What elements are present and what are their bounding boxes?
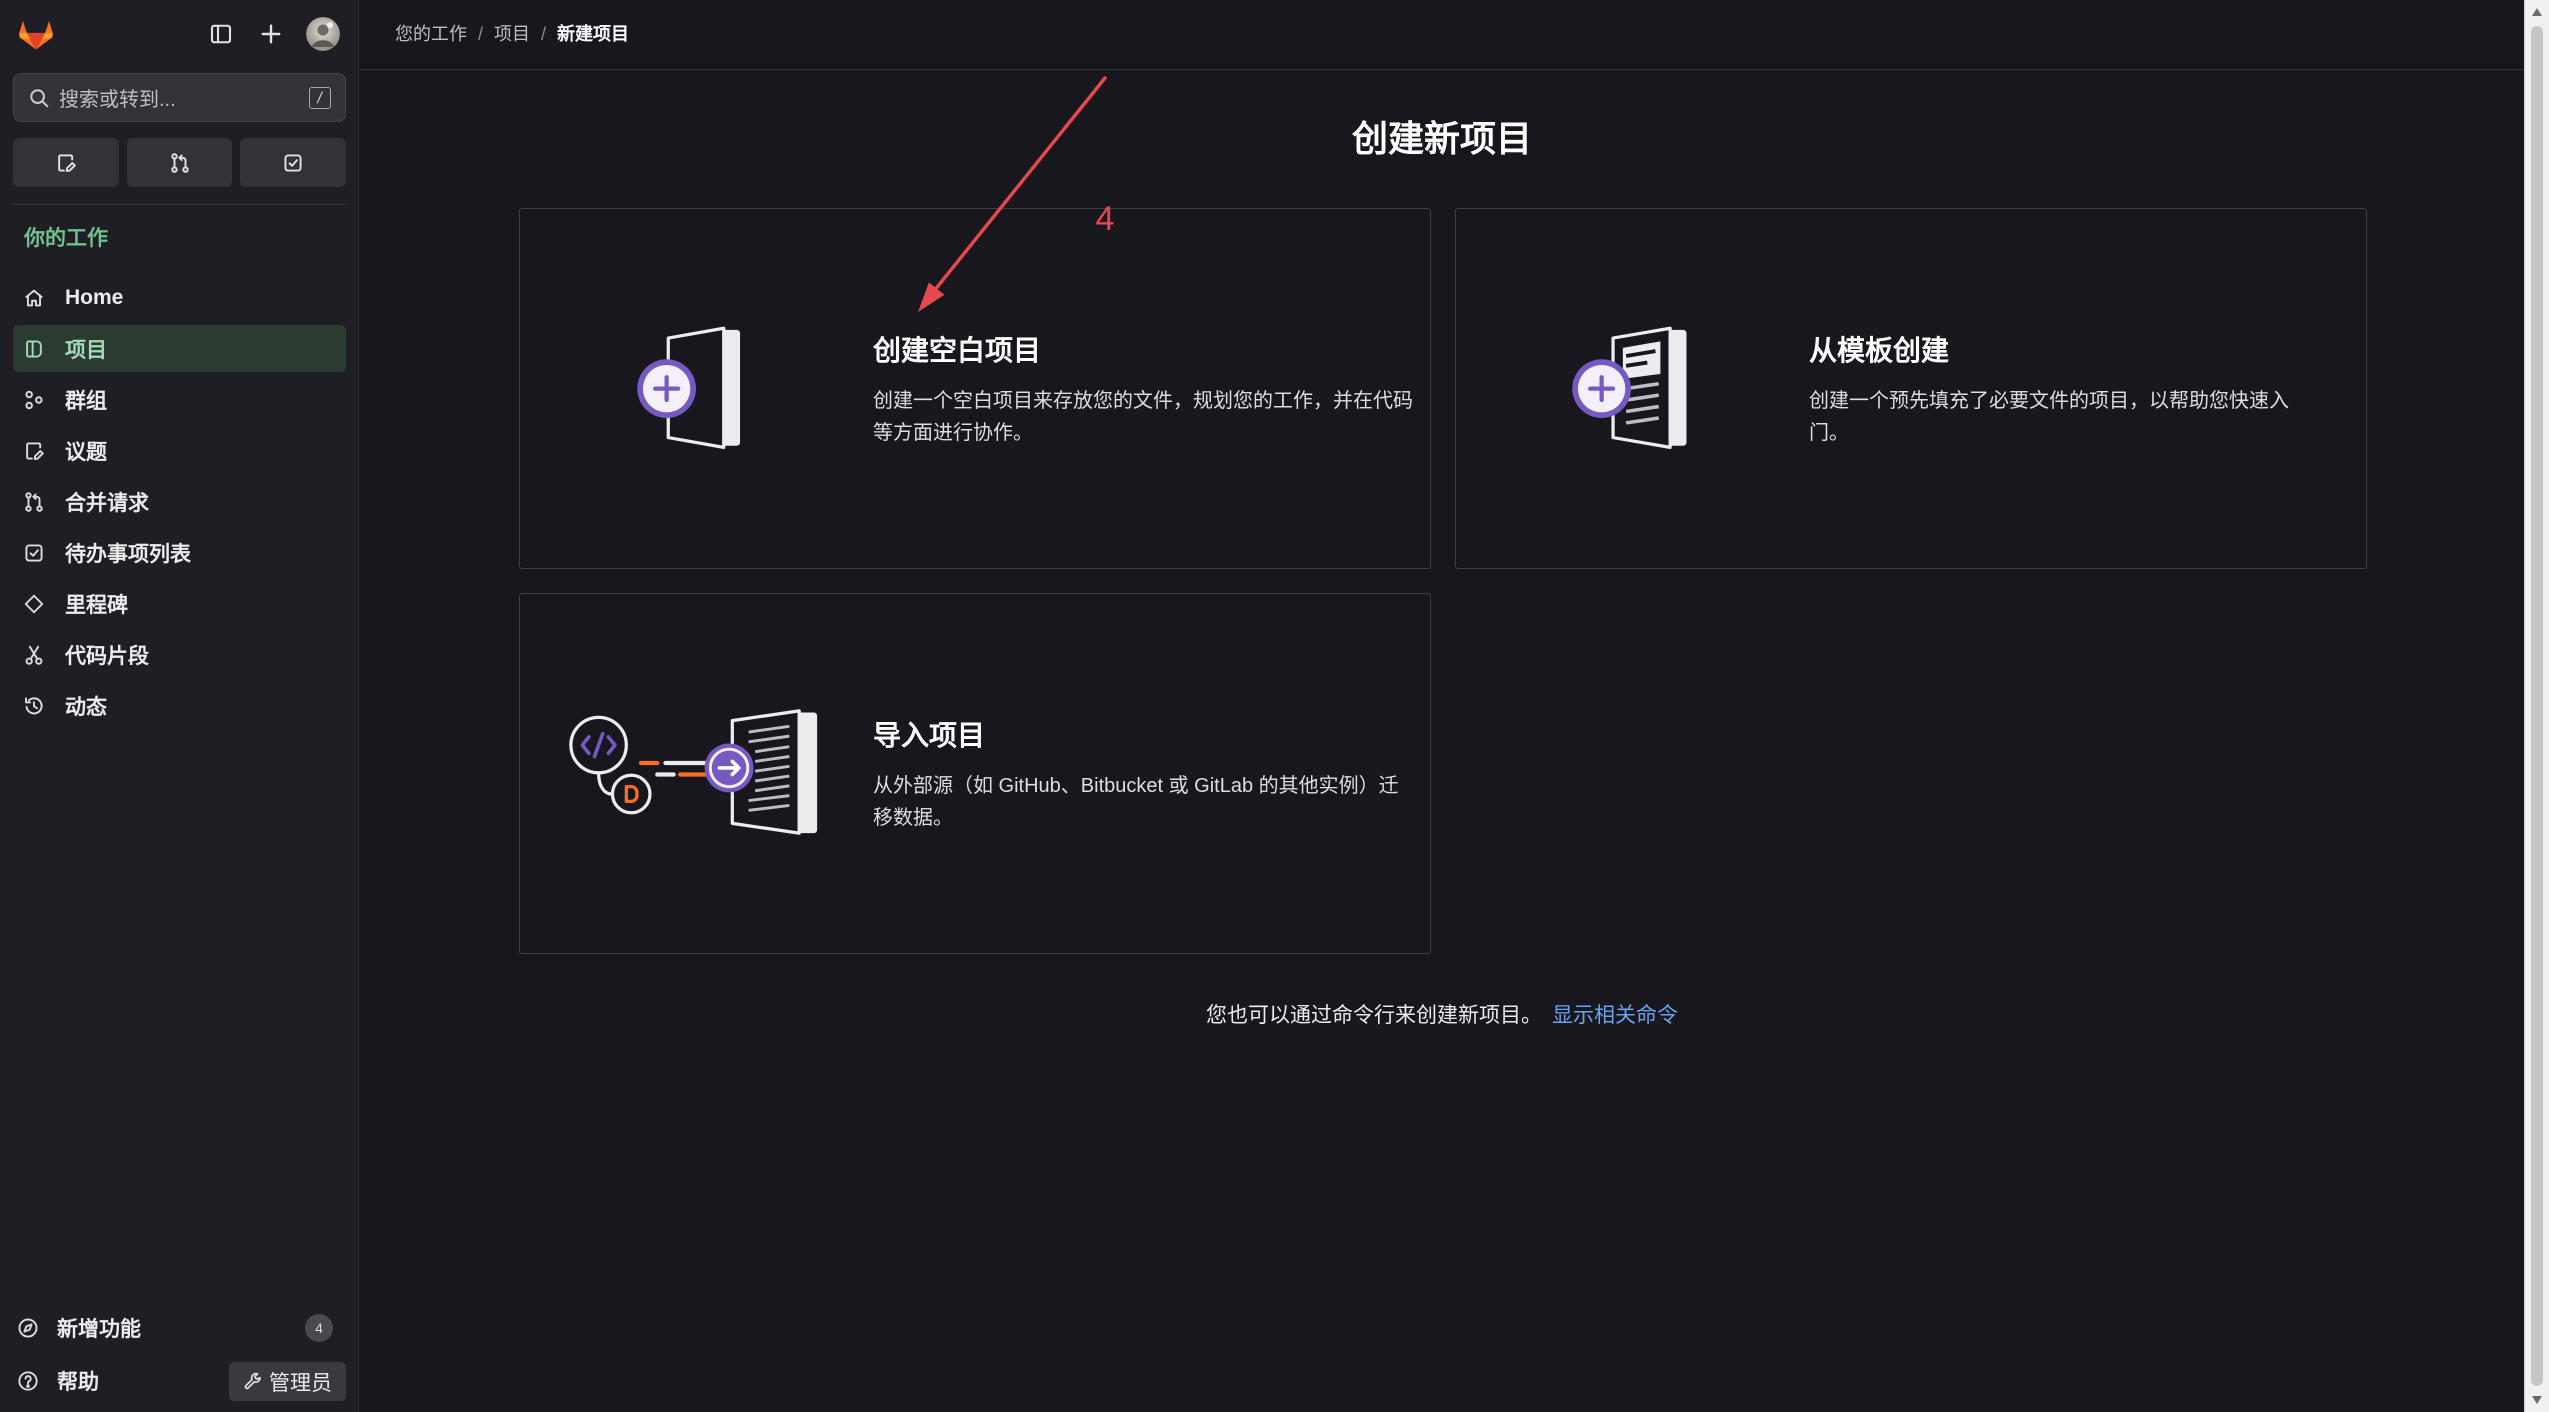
sidebar: 搜索或转到... / 你的工作 Home 项目 群组 议题 合并请求 待办事项列…: [0, 0, 359, 1412]
sidebar-item-label: 项目: [65, 338, 107, 362]
avatar[interactable]: [306, 17, 340, 51]
issues-icon: [55, 152, 77, 174]
sidebar-toggle-icon[interactable]: [206, 19, 236, 49]
group-icon: [23, 389, 45, 411]
page-title: 创建新项目: [1351, 118, 1532, 159]
blank-project-illustration: [634, 325, 758, 449]
cli-hint-text: 您也可以通过命令行来创建新项目。: [1206, 1004, 1542, 1027]
sidebar-item-label: 群组: [65, 389, 107, 413]
card-title: 导入项目: [873, 720, 986, 751]
compass-icon: [17, 1317, 39, 1339]
sidebar-item-label: 待办事项列表: [65, 542, 191, 566]
show-commands-link[interactable]: 显示相关命令: [1552, 1004, 1678, 1027]
sidebar-item-milestones[interactable]: 里程碑: [13, 580, 346, 627]
issues-icon: [23, 440, 45, 462]
sidebar-item-home[interactable]: Home: [13, 274, 346, 321]
whats-new-button[interactable]: 新增功能: [17, 1306, 141, 1350]
sidebar-item-issues[interactable]: 议题: [13, 427, 346, 474]
whats-new-label: 新增功能: [57, 1318, 141, 1341]
sidebar-divider: [13, 204, 346, 205]
card-description: 从外部源（如 GitHub、Bitbucket 或 GitLab 的其他实例）迁…: [873, 775, 1399, 829]
merge-requests-button[interactable]: [126, 138, 233, 187]
breadcrumb-separator: /: [541, 24, 547, 44]
help-button[interactable]: 帮助: [17, 1359, 99, 1403]
search-input[interactable]: 搜索或转到... /: [13, 73, 346, 122]
card-description: 创建一个空白项目来存放您的文件，规划您的工作，并在代码等方面进行协作。: [873, 390, 1413, 444]
search-shortcut-key: /: [309, 86, 331, 109]
top-bar: 您的工作 / 项目 / 新建项目: [360, 0, 2524, 70]
sidebar-item-label: 里程碑: [65, 593, 128, 617]
todo-icon: [23, 542, 45, 564]
breadcrumb: 您的工作 / 项目 / 新建项目: [395, 22, 629, 46]
sidebar-item-label: 动态: [65, 695, 107, 719]
home-icon: [23, 287, 45, 309]
help-icon: [17, 1370, 39, 1392]
sidebar-nav: Home 项目 群组 议题 合并请求 待办事项列表 里程碑 代码片段 动态: [13, 274, 346, 733]
import-project-card[interactable]: 导入项目 从外部源（如 GitHub、Bitbucket 或 GitLab 的其…: [519, 593, 1431, 954]
breadcrumb-item-projects[interactable]: 项目: [494, 22, 530, 46]
card-description: 创建一个预先填充了必要文件的项目，以帮助您快速入门。: [1809, 390, 2289, 444]
project-icon: [23, 338, 45, 360]
card-text: 创建空白项目 创建一个空白项目来存放您的文件，规划您的工作，并在代码等方面进行协…: [873, 333, 1413, 449]
milestone-icon: [23, 593, 45, 615]
breadcrumb-separator: /: [478, 24, 484, 44]
activity-icon: [23, 695, 45, 717]
todo-button[interactable]: [240, 138, 347, 187]
search-icon: [28, 87, 50, 109]
scroll-up-arrow-icon[interactable]: [2530, 6, 2544, 18]
card-text: 从模板创建 创建一个预先填充了必要文件的项目，以帮助您快速入门。: [1809, 333, 2349, 449]
scrollbar-thumb[interactable]: [2531, 26, 2543, 1386]
sidebar-item-merge-requests[interactable]: 合并请求: [13, 478, 346, 525]
snippet-icon: [23, 644, 45, 666]
assigned-issues-button[interactable]: [13, 138, 119, 187]
help-label: 帮助: [57, 1371, 99, 1394]
scroll-down-arrow-icon[interactable]: [2530, 1394, 2544, 1406]
merge-request-icon: [23, 491, 45, 513]
sidebar-item-label: Home: [65, 285, 124, 309]
sidebar-item-label: 代码片段: [65, 644, 149, 668]
card-title: 创建空白项目: [873, 335, 1042, 366]
breadcrumb-item-new-project[interactable]: 新建项目: [557, 22, 629, 46]
breadcrumb-item-your-work[interactable]: 您的工作: [395, 22, 467, 46]
cli-hint: 您也可以通过命令行来创建新项目。 显示相关命令: [360, 1000, 2524, 1032]
merge-request-icon: [169, 152, 191, 174]
context-title: 你的工作: [24, 227, 108, 250]
sidebar-item-todo-list[interactable]: 待办事项列表: [13, 529, 346, 576]
quick-actions: [13, 138, 347, 187]
sidebar-item-projects[interactable]: 项目: [13, 325, 346, 372]
sidebar-item-groups[interactable]: 群组: [13, 376, 346, 423]
card-text: 导入项目 从外部源（如 GitHub、Bitbucket 或 GitLab 的其…: [873, 718, 1413, 834]
template-project-illustration: [1569, 325, 1693, 449]
import-project-illustration: [566, 709, 822, 835]
gitlab-logo-icon[interactable]: [17, 15, 55, 53]
search-placeholder: 搜索或转到...: [59, 89, 176, 111]
wrench-icon: [243, 1372, 263, 1392]
plus-icon[interactable]: [256, 19, 286, 49]
project-options: 创建空白项目 创建一个空白项目来存放您的文件，规划您的工作，并在代码等方面进行协…: [519, 208, 2367, 954]
sidebar-item-label: 议题: [65, 440, 107, 464]
create-blank-project-card[interactable]: 创建空白项目 创建一个空白项目来存放您的文件，规划您的工作，并在代码等方面进行协…: [519, 208, 1431, 569]
create-from-template-card[interactable]: 从模板创建 创建一个预先填充了必要文件的项目，以帮助您快速入门。: [1455, 208, 2367, 569]
admin-label: 管理员: [269, 1371, 332, 1395]
todo-icon: [282, 152, 304, 174]
card-title: 从模板创建: [1809, 335, 1950, 366]
sidebar-item-snippets[interactable]: 代码片段: [13, 631, 346, 678]
whats-new-count-badge: 4: [305, 1314, 333, 1342]
admin-button[interactable]: 管理员: [229, 1362, 346, 1401]
sidebar-item-activity[interactable]: 动态: [13, 682, 346, 729]
sidebar-item-label: 合并请求: [65, 491, 149, 515]
vertical-scrollbar[interactable]: [2524, 0, 2549, 1412]
